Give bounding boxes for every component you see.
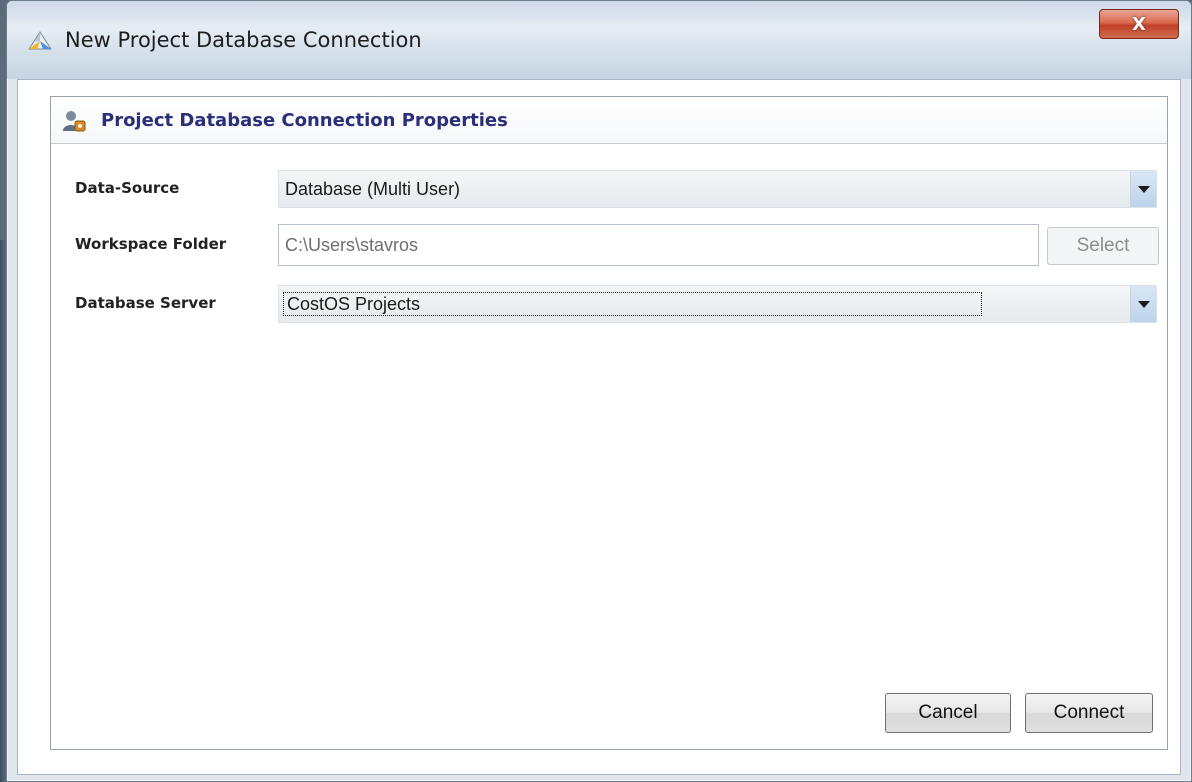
workspace-folder-label: Workspace Folder — [75, 235, 227, 253]
panel-title: Project Database Connection Properties — [101, 110, 508, 131]
database-server-label: Database Server — [75, 294, 216, 312]
workspace-folder-field[interactable] — [278, 224, 1039, 266]
database-server-value: CostOS Projects — [282, 292, 983, 316]
workspace-folder-input[interactable] — [279, 225, 1038, 265]
select-folder-button-label: Select — [1076, 235, 1130, 256]
window-title: New Project Database Connection — [65, 28, 422, 52]
dialog-body: Project Database Connection Properties D… — [17, 79, 1181, 775]
connect-button[interactable]: Connect — [1025, 693, 1153, 733]
database-server-dropdown-arrow[interactable] — [1130, 286, 1156, 322]
chevron-down-icon — [1137, 185, 1150, 193]
title-bar[interactable]: New Project Database Connection X — [7, 1, 1191, 79]
cancel-button-label: Cancel — [918, 702, 978, 723]
data-source-value: Database (Multi User) — [285, 179, 461, 199]
database-server-select[interactable]: CostOS Projects — [278, 285, 1157, 323]
cancel-button[interactable]: Cancel — [885, 693, 1011, 733]
data-source-dropdown-arrow[interactable] — [1130, 171, 1156, 207]
data-source-label: Data-Source — [75, 179, 180, 197]
database-server-value-text: CostOS Projects — [282, 292, 983, 316]
properties-panel: Project Database Connection Properties D… — [50, 96, 1168, 750]
data-source-select[interactable]: Database (Multi User) — [278, 170, 1157, 208]
close-icon: X — [1132, 13, 1146, 35]
dialog-window: New Project Database Connection X Projec… — [6, 0, 1192, 782]
app-logo-icon — [27, 29, 53, 51]
select-folder-button[interactable]: Select — [1047, 227, 1159, 265]
connect-button-label: Connect — [1053, 702, 1125, 723]
close-button[interactable]: X — [1099, 9, 1179, 39]
panel-header: Project Database Connection Properties — [51, 97, 1167, 144]
chevron-down-icon — [1137, 300, 1150, 308]
database-connection-icon — [61, 109, 87, 133]
